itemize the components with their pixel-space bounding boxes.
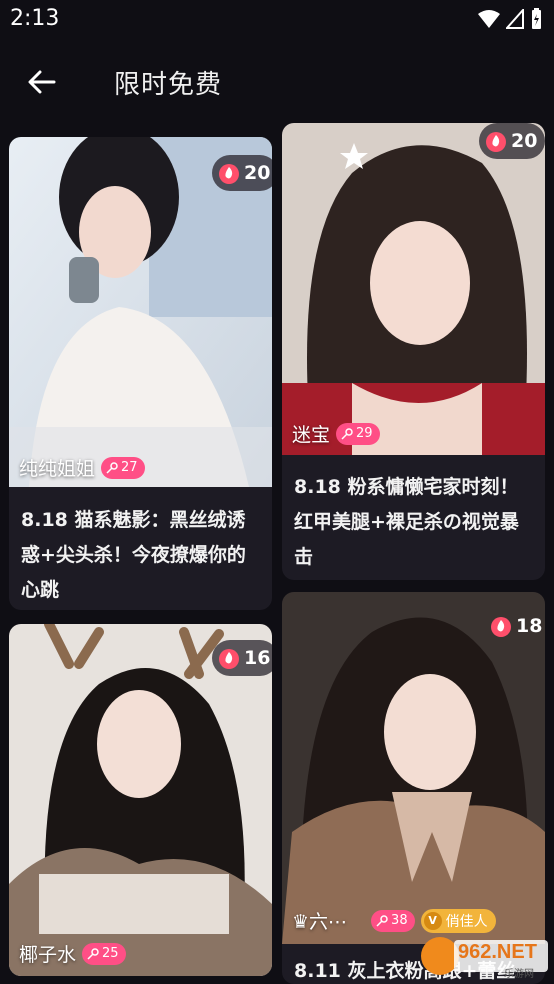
key-icon — [341, 427, 353, 440]
vip-icon: V — [423, 911, 442, 930]
popularity-badge: 16 — [212, 640, 272, 676]
level-badge: 38 — [371, 909, 415, 932]
creator-row: 椰子水 25 — [19, 940, 126, 967]
key-icon — [106, 461, 118, 474]
status-time: 2:13 — [10, 6, 60, 31]
popularity-badge: 18 — [484, 608, 545, 644]
cover-photo — [282, 592, 545, 944]
popularity-badge: 20 — [479, 123, 545, 159]
battery-icon — [532, 8, 541, 29]
creator-name: 椰子水 — [19, 944, 77, 966]
card-caption: 8.18 粉系慵懒宅家时刻！红甲美腿+裸足杀の视觉暴击 — [294, 476, 519, 568]
vip-label: 俏佳人 — [445, 913, 488, 930]
card-caption: 8.18 猫系魅影：黑丝绒诱惑+尖头杀！今夜撩爆你的心跳 — [21, 509, 246, 601]
popularity-count: 16 — [244, 647, 271, 669]
level-value: 25 — [102, 946, 119, 961]
creator-name: 纯纯姐姐 — [19, 458, 96, 480]
watermark-sub: 乐游网 — [504, 969, 534, 980]
vip-badge: V 俏佳人 — [420, 908, 496, 933]
level-badge: 25 — [82, 942, 126, 965]
popularity-count: 20 — [511, 130, 538, 152]
popularity-count: 20 — [244, 162, 271, 184]
status-bar: 2:13 — [0, 0, 554, 38]
video-card[interactable]: 20 迷宝 29 8.18 粉系慵懒宅家时刻！红甲美腿+裸足杀の视觉暴击 — [282, 123, 545, 580]
key-icon — [87, 947, 99, 960]
cover-photo — [9, 624, 272, 976]
fire-icon — [486, 132, 506, 152]
level-badge: 27 — [101, 456, 145, 479]
status-icons — [478, 8, 542, 30]
back-arrow-icon — [28, 70, 56, 94]
page-title: 限时免费 — [114, 70, 223, 100]
creator-row: ♛六⋯ 38 V 俏佳人 — [292, 907, 496, 934]
back-button[interactable] — [22, 62, 62, 102]
fire-icon — [219, 649, 239, 669]
level-badge: 29 — [336, 422, 380, 445]
fire-icon — [491, 617, 511, 637]
creator-row: 迷宝 29 — [292, 420, 380, 447]
watermark-logo: 962.NET 乐游网 — [418, 932, 550, 980]
level-value: 27 — [121, 460, 138, 475]
video-card[interactable]: 18 ♛六⋯ 38 V 俏佳人 8.11 灰上衣粉高跟+蕾丝 — [282, 592, 545, 984]
video-card[interactable]: 16 椰子水 25 — [9, 624, 272, 976]
header-bar: 限时免费 — [0, 38, 554, 124]
watermark-text: 962.NET — [458, 941, 537, 963]
level-value: 29 — [356, 426, 373, 441]
popularity-count: 18 — [516, 615, 543, 637]
wifi-icon — [478, 10, 500, 28]
cover-photo — [282, 123, 545, 455]
level-value: 38 — [391, 913, 408, 928]
creator-row: 纯纯姐姐 27 — [19, 454, 145, 481]
fire-icon — [219, 164, 239, 184]
signal-icon — [506, 9, 524, 29]
popularity-badge: 20 — [212, 155, 272, 191]
video-card[interactable]: 20 纯纯姐姐 27 8.18 猫系魅影：黑丝绒诱惑+尖头杀！今夜撩爆你的心跳 — [9, 137, 272, 610]
creator-name: 迷宝 — [292, 424, 331, 446]
creator-name: ♛六⋯ — [292, 911, 348, 933]
key-icon — [376, 914, 388, 927]
